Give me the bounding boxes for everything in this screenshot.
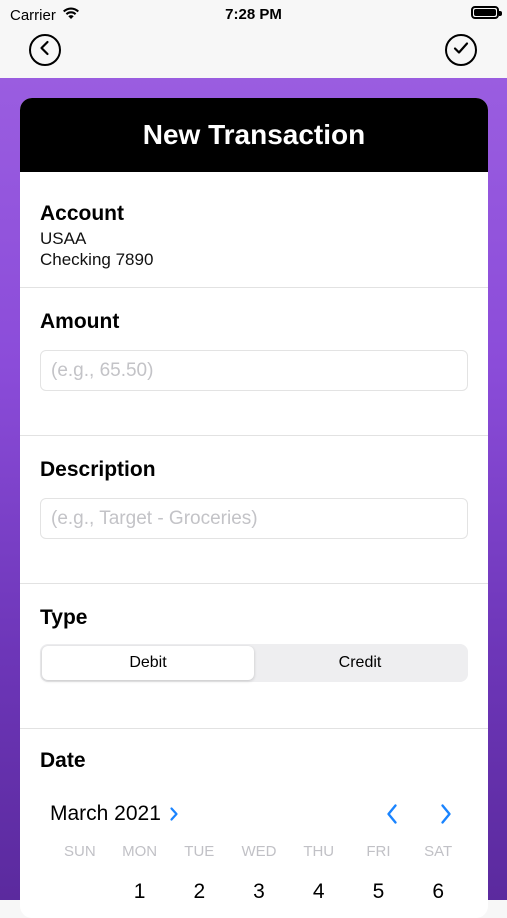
weekday-label: SAT: [424, 843, 453, 860]
calendar-week-row: 1 2 3 4 5 6: [40, 880, 468, 904]
segment-credit[interactable]: Credit: [254, 646, 466, 680]
account-label: Account: [40, 202, 124, 225]
calendar-day[interactable]: 2: [169, 880, 229, 904]
weekday-label: FRI: [366, 843, 391, 860]
weekday-label: MON: [122, 843, 158, 860]
weekday-header: SUN MON TUE WED THU FRI SAT: [40, 843, 468, 860]
amount-section: Amount (e.g., 65.50): [20, 288, 488, 436]
card-header: New Transaction: [20, 98, 488, 172]
weekday-label: SUN: [64, 843, 96, 860]
calendar-day-empty: [50, 880, 110, 904]
date-label: Date: [40, 749, 86, 772]
calendar-day[interactable]: 4: [289, 880, 349, 904]
description-label: Description: [40, 458, 156, 481]
navigation-bar: [0, 30, 507, 78]
back-button[interactable]: [29, 34, 61, 66]
account-bank: USAA: [40, 229, 87, 248]
account-name: Checking 7890: [40, 250, 154, 269]
month-picker-button[interactable]: March 2021: [50, 802, 161, 826]
transaction-form-card: New Transaction Account USAA Checking 78…: [20, 98, 488, 918]
checkmark-icon: [452, 40, 470, 61]
weekday-label: WED: [241, 843, 277, 860]
battery-icon: [471, 6, 502, 19]
amount-input[interactable]: (e.g., 65.50): [40, 350, 468, 391]
chevron-left-icon: [38, 40, 52, 61]
weekday-label: TUE: [184, 843, 215, 860]
month-navigation: [380, 802, 458, 826]
next-month-button[interactable]: [434, 802, 458, 826]
amount-placeholder: (e.g., 65.50): [51, 359, 154, 381]
calendar-day[interactable]: 3: [229, 880, 289, 904]
account-section[interactable]: Account USAA Checking 7890: [20, 172, 488, 288]
type-segmented-control: Debit Credit: [40, 644, 468, 682]
chevron-right-icon[interactable]: [169, 806, 179, 822]
status-bar: Carrier 7:28 PM: [0, 0, 507, 30]
description-section: Description (e.g., Target - Groceries): [20, 436, 488, 584]
calendar-day[interactable]: 6: [408, 880, 468, 904]
segment-debit[interactable]: Debit: [42, 646, 254, 680]
description-input[interactable]: (e.g., Target - Groceries): [40, 498, 468, 539]
type-label: Type: [40, 606, 88, 629]
calendar-day[interactable]: 1: [110, 880, 170, 904]
date-section: Date March 2021 SUN MON TUE WED THU FRI …: [20, 729, 488, 904]
calendar-day[interactable]: 5: [349, 880, 409, 904]
save-button[interactable]: [445, 34, 477, 66]
amount-label: Amount: [40, 310, 120, 333]
clock: 7:28 PM: [225, 6, 282, 23]
type-section: Type Debit Credit: [20, 584, 488, 729]
weekday-label: THU: [303, 843, 335, 860]
month-header: March 2021: [40, 799, 468, 829]
previous-month-button[interactable]: [380, 802, 404, 826]
page-title: New Transaction: [142, 119, 366, 150]
description-placeholder: (e.g., Target - Groceries): [51, 507, 258, 529]
